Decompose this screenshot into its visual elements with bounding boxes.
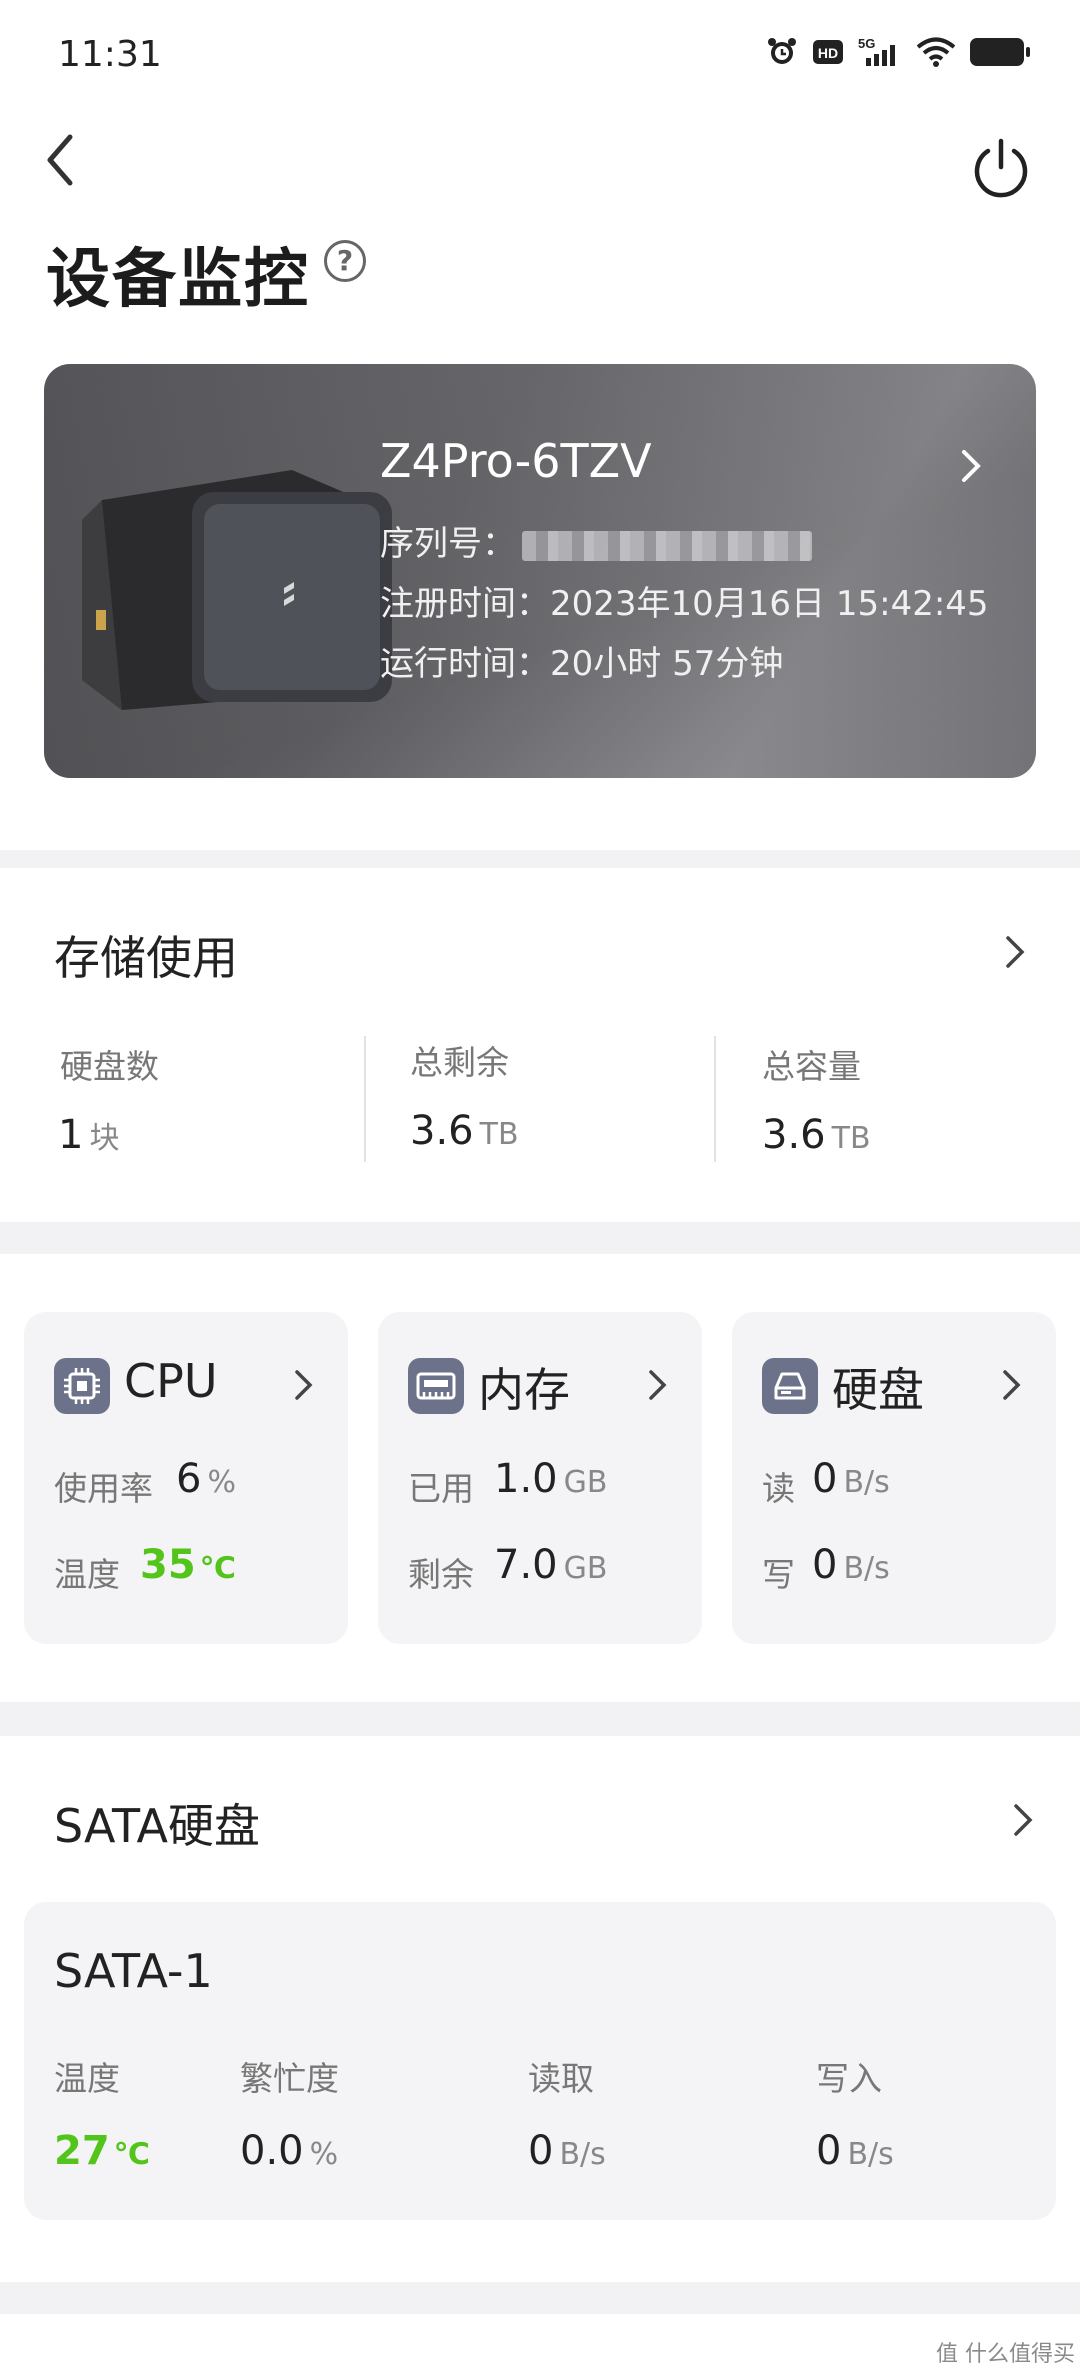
disk-title: 硬盘 [832,1363,924,1417]
chevron-right-icon [649,1370,667,1400]
battery-icon [970,38,1030,66]
disk-read-value: 0 B/s [812,1456,890,1502]
disk-count-value: 1块 [58,1112,120,1158]
total-capacity-label: 总容量 [762,1047,861,1086]
chevron-right-icon [1006,936,1025,968]
disk-card[interactable]: 硬盘 读 0 B/s 写 0 B/s [732,1312,1056,1644]
alarm-icon [768,38,796,64]
page-title: 设备监控 [46,243,310,317]
sata-title[interactable]: SATA硬盘 [54,1790,260,1856]
divider [364,1036,366,1162]
register-label: 注册时间： [380,584,550,624]
register-time: 2023年10月16日 15:42:45 [550,584,989,624]
divider [714,1036,716,1162]
disk-count-label: 硬盘数 [60,1047,159,1086]
total-capacity-value: 3.6 TB [762,1112,871,1158]
memory-used-value: 1.0 GB [494,1456,608,1502]
svg-text:HD: HD [818,45,838,61]
device-name: Z4Pro-6TZV [380,434,652,488]
status-icons: HD 5G [766,36,1030,68]
memory-card[interactable]: 内存 已用 1.0 GB 剩余 7.0 GB [378,1312,702,1644]
sata-write-label: 写入 [816,2059,882,2098]
back-button[interactable] [36,125,86,195]
disk-icon [762,1358,818,1414]
device-serial-row: 序列号： [380,516,812,565]
hd-icon: HD [813,40,843,64]
serial-number-blurred [522,530,812,561]
total-free-value: 3.6 TB [410,1108,519,1154]
sata-read-value: 0 B/s [528,2128,606,2174]
chevron-right-icon [962,450,981,482]
status-time: 11:31 [58,34,162,75]
5g-signal-icon: 5G [858,36,895,66]
uptime-value: 20小时 57分钟 [550,644,784,684]
help-icon[interactable]: ? [324,240,366,282]
chevron-right-icon[interactable] [1010,1800,1036,1840]
device-image [82,470,392,710]
disk-read-label: 读 [762,1469,795,1508]
status-bar: 11:31 HD 5G [0,0,1080,110]
chevron-right-icon [295,1370,313,1400]
sata-write-value: 0 B/s [816,2128,894,2174]
total-free-label: 总剩余 [410,1043,509,1082]
cpu-usage-value: 6% [176,1456,236,1502]
sata-busy-value: 0.0% [240,2128,339,2174]
memory-free-label: 剩余 [408,1555,474,1594]
sata-temp-label: 温度 [54,2059,120,2098]
next-section [0,2314,1080,2376]
cpu-chip-icon [54,1358,110,1414]
chevron-right-icon [1003,1370,1021,1400]
sata-read-label: 读取 [528,2059,594,2098]
sata-temp-value: 27 ℃ [54,2128,150,2174]
device-card[interactable]: Z4Pro-6TZV 序列号： 注册时间：2023年10月16日 15:42:4… [44,364,1036,778]
disk-write-value: 0 B/s [812,1542,890,1588]
memory-free-value: 7.0 GB [494,1542,608,1588]
cpu-temp-label: 温度 [54,1555,120,1594]
memory-used-label: 已用 [408,1469,474,1508]
sata-disk-card[interactable]: SATA-1 温度 27 ℃ 繁忙度 0.0% 读取 0 B/s 写入 0 B/s [24,1902,1056,2220]
watermark: 值 什么值得买 [936,2342,1075,2367]
device-uptime-row: 运行时间：20小时 57分钟 [380,636,783,685]
uptime-label: 运行时间： [380,644,550,684]
sata-disk-name: SATA-1 [54,1944,213,1998]
svg-text:5G: 5G [858,36,875,51]
cpu-usage-label: 使用率 [54,1469,153,1508]
wifi-icon [916,37,956,67]
disk-write-label: 写 [762,1555,795,1594]
cpu-card[interactable]: CPU 使用率 6% 温度 35 ℃ [24,1312,348,1644]
sata-busy-label: 繁忙度 [240,2059,339,2098]
memory-title: 内存 [478,1363,570,1417]
storage-title: 存储使用 [54,931,238,985]
cpu-title: CPU [124,1354,218,1408]
device-register-row: 注册时间：2023年10月16日 15:42:45 [380,576,989,625]
serial-label: 序列号： [380,524,516,564]
memory-icon [408,1358,464,1414]
power-button[interactable] [968,135,1034,201]
cpu-temp-value: 35 ℃ [140,1542,236,1588]
